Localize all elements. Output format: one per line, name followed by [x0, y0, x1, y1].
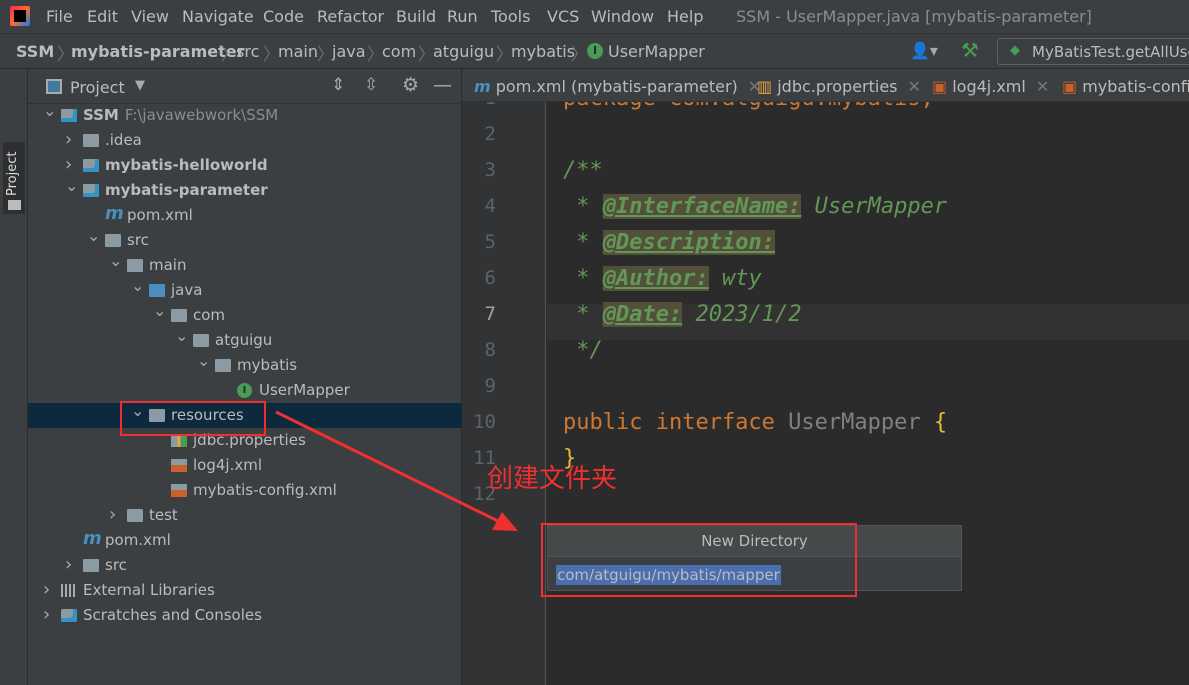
annotation-arrow	[275, 410, 518, 531]
